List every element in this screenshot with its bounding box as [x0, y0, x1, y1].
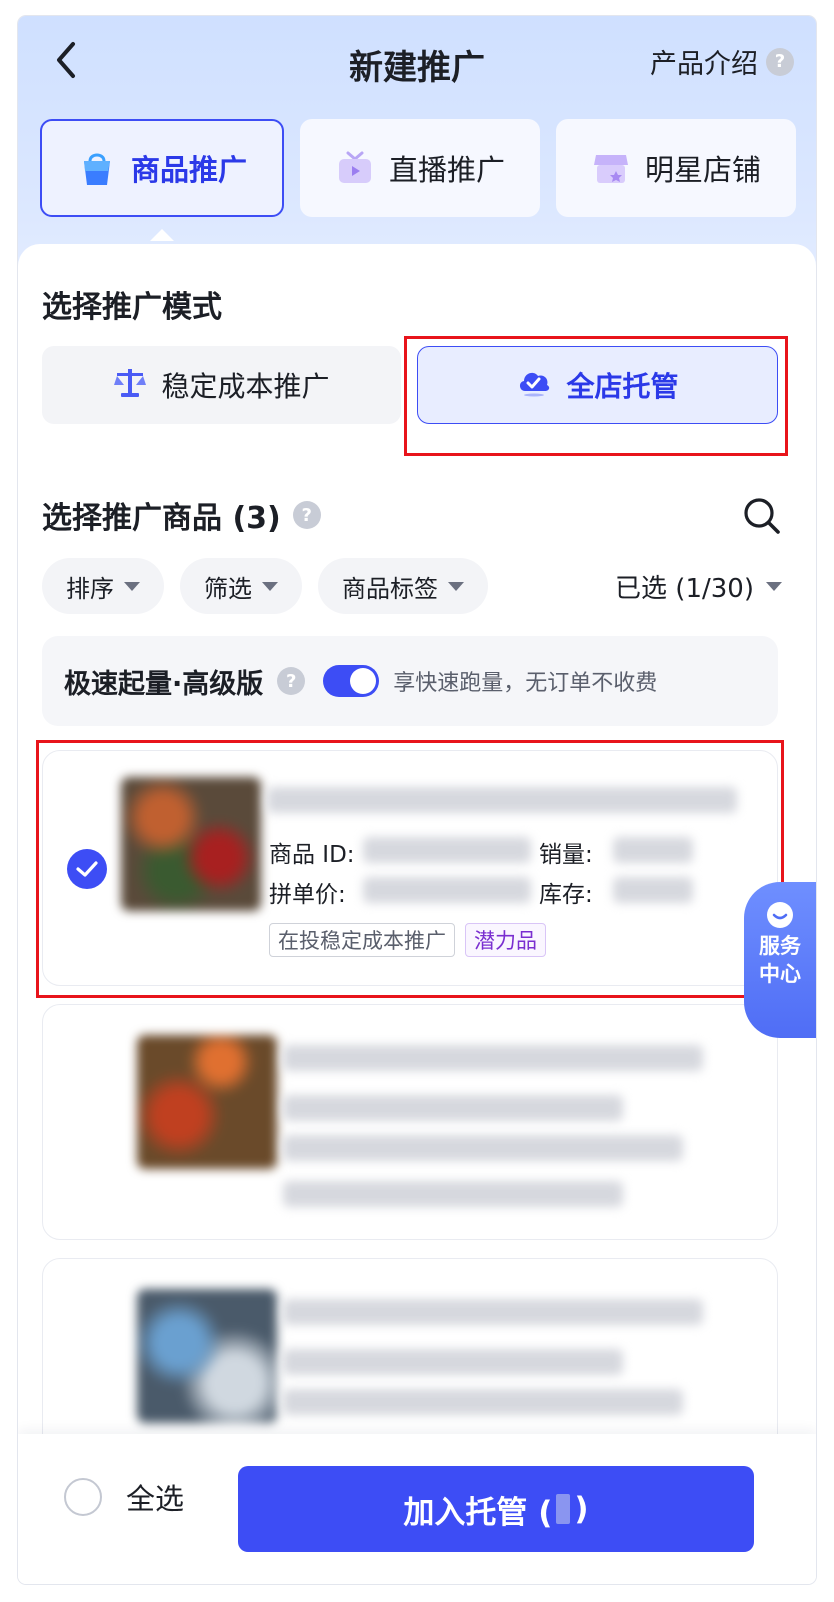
- help-icon: ?: [766, 47, 794, 76]
- product-tag-filter-label: 商品标签: [342, 574, 438, 603]
- tab-star-store[interactable]: 明星店铺: [556, 119, 796, 217]
- app-frame: 新建推广 产品介绍 ? 商品推广 直播推广 明星店铺 选择推广模式 稳定成本推广…: [18, 16, 816, 1584]
- boost-help-icon[interactable]: ?: [277, 667, 306, 695]
- store-icon: [591, 148, 631, 188]
- count-redacted: [556, 1494, 571, 1524]
- bottom-action-bar: 全选 加入托管 ( ): [18, 1434, 816, 1584]
- product-id-label: 商品 ID:: [269, 842, 355, 868]
- product-info-redacted: [283, 1095, 623, 1121]
- search-icon[interactable]: [742, 496, 782, 536]
- filter-chip[interactable]: 筛选: [180, 558, 302, 614]
- submit-label-prefix: 加入托管 (: [403, 1494, 553, 1531]
- checkmark-icon: [76, 861, 98, 877]
- select-all-radio[interactable]: [64, 1478, 102, 1516]
- status-tag: 在投稳定成本推广: [269, 923, 455, 957]
- product-tag-filter-chip[interactable]: 商品标签: [318, 558, 488, 614]
- mode-full-store-managed-button[interactable]: 全店托管: [417, 346, 778, 424]
- product-tags-redacted: [283, 1181, 623, 1207]
- tab-product-promotion[interactable]: 商品推广: [40, 119, 284, 217]
- mode-section-title: 选择推广模式: [42, 290, 222, 325]
- content-panel: 选择推广模式 稳定成本推广 全店托管 选择推广商品 (3) ? 排序 筛选 商品…: [18, 244, 816, 1584]
- product-card[interactable]: [42, 1004, 778, 1240]
- product-card[interactable]: 商品 ID: 销量: 拼单价: 库存: 在投稳定成本推广 潜力品: [42, 750, 778, 986]
- sales-label: 销量:: [539, 842, 593, 868]
- sort-filter-label: 排序: [66, 574, 114, 603]
- add-to-managed-button[interactable]: 加入托管 ( ): [238, 1466, 754, 1552]
- shopping-bag-icon: [77, 148, 117, 188]
- caret-down-icon: [262, 581, 278, 591]
- mode-stable-cost-button[interactable]: 稳定成本推广: [42, 346, 401, 424]
- select-all-label: 全选: [126, 1482, 185, 1516]
- product-id-redacted: [363, 837, 531, 863]
- boost-title: 极速起量·高级版: [64, 668, 264, 700]
- caret-down-icon: [448, 581, 464, 591]
- tab-live-promotion-label: 直播推广: [388, 153, 505, 187]
- select-all-toggle[interactable]: 全选: [64, 1476, 184, 1518]
- product-name-redacted: [283, 1045, 703, 1071]
- product-thumbnail: [137, 1289, 277, 1423]
- product-info-redacted: [283, 1135, 683, 1161]
- mode-stable-cost-label: 稳定成本推广: [161, 370, 330, 403]
- boost-description: 享快速跑量，无订单不收费: [393, 671, 658, 696]
- mode-options: 稳定成本推广 全店托管: [42, 346, 778, 424]
- tab-live-promotion[interactable]: 直播推广: [300, 119, 540, 217]
- submit-label-suffix: ): [574, 1491, 589, 1527]
- price-label: 拼单价:: [269, 882, 346, 908]
- boost-toggle[interactable]: [323, 665, 380, 697]
- product-help-icon[interactable]: ?: [292, 501, 321, 529]
- sort-filter-chip[interactable]: 排序: [42, 558, 164, 614]
- chat-bubble-icon: [767, 902, 793, 928]
- tab-product-promotion-label: 商品推广: [130, 153, 247, 187]
- selected-count-label: 已选 (1/30): [615, 573, 754, 604]
- boost-row: 极速起量·高级版 ? 享快速跑量，无订单不收费: [42, 636, 778, 726]
- potential-product-tag: 潜力品: [465, 923, 546, 957]
- product-info-redacted: [283, 1349, 623, 1375]
- sales-redacted: [613, 837, 693, 863]
- product-thumbnail: [121, 777, 261, 911]
- product-section-title: 选择推广商品 (3): [42, 501, 281, 536]
- tv-icon: [335, 148, 375, 188]
- tab-star-store-label: 明星店铺: [644, 153, 761, 187]
- product-intro-label: 产品介绍: [650, 49, 758, 80]
- product-name-redacted: [283, 1299, 703, 1325]
- selected-count-dropdown[interactable]: 已选 (1/30): [615, 558, 782, 614]
- product-intro-link[interactable]: 产品介绍 ?: [650, 42, 794, 81]
- navbar: 新建推广 产品介绍 ?: [18, 16, 816, 108]
- product-name-redacted: [267, 787, 737, 813]
- caret-down-icon: [766, 581, 782, 591]
- product-checkbox[interactable]: [67, 849, 107, 889]
- service-center-button[interactable]: 服务 中心: [744, 882, 816, 1038]
- service-center-label-1: 服务: [759, 934, 801, 958]
- stock-redacted: [613, 877, 693, 903]
- price-redacted: [363, 877, 531, 903]
- service-center-label-2: 中心: [759, 962, 801, 986]
- product-thumbnail: [137, 1035, 277, 1169]
- promotion-type-tabs: 商品推广 直播推广 明星店铺: [40, 119, 796, 217]
- caret-down-icon: [124, 581, 140, 591]
- filter-label: 筛选: [204, 574, 252, 603]
- product-section-header: 选择推广商品 (3) ?: [42, 490, 782, 540]
- mode-full-store-managed-label: 全店托管: [566, 370, 679, 403]
- stock-label: 库存:: [539, 882, 593, 908]
- product-info-redacted: [283, 1389, 683, 1415]
- scale-icon: [113, 366, 147, 405]
- filter-row: 排序 筛选 商品标签 已选 (1/30): [42, 558, 782, 614]
- cloud-check-icon: [516, 367, 552, 404]
